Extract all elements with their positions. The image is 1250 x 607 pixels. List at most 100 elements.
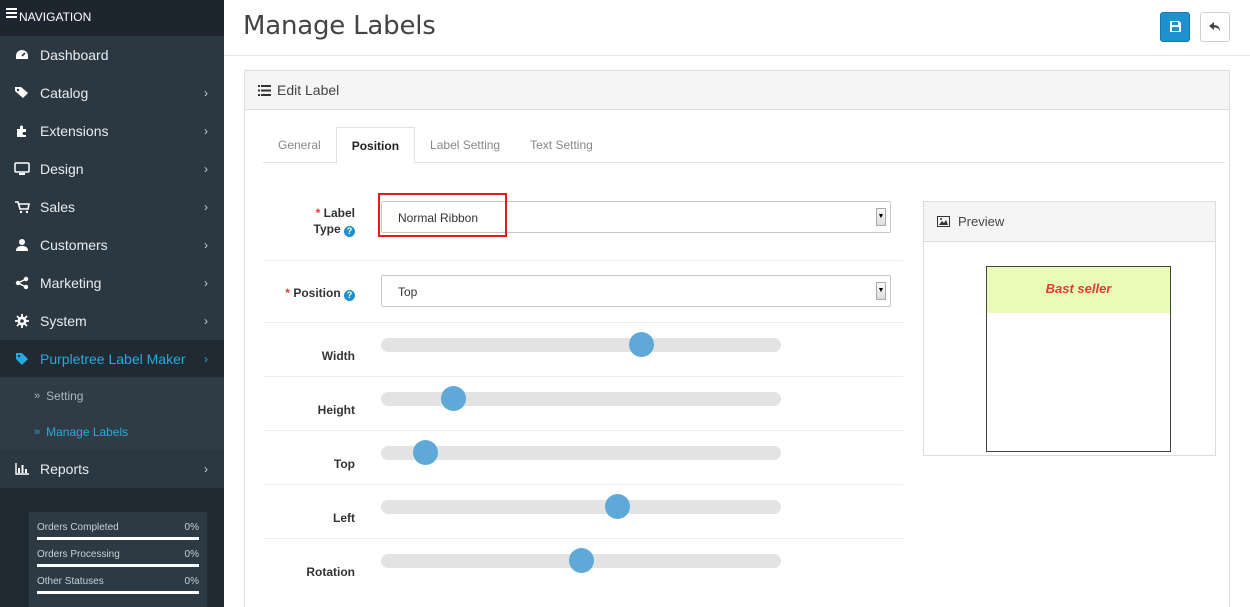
rotation-slider-handle[interactable] — [569, 548, 594, 573]
left-label: Left — [333, 511, 355, 525]
required-marker: * — [315, 206, 321, 220]
sidebar-item-label: Customers — [40, 236, 108, 253]
height-slider-handle[interactable] — [441, 386, 466, 411]
chevron-right-icon: › — [204, 161, 208, 176]
position-value: Top — [398, 285, 418, 299]
nav-header[interactable]: NAVIGATION — [0, 0, 224, 36]
save-button[interactable] — [1160, 12, 1190, 42]
page-title: Manage Labels — [243, 11, 436, 41]
left-slider-handle[interactable] — [605, 494, 630, 519]
annotation-highlight-box — [378, 193, 507, 237]
chevron-down-icon: ▼ — [876, 208, 886, 226]
chevron-right-icon: › — [204, 123, 208, 138]
puzzle-icon — [12, 124, 32, 138]
sidebar-item-extensions[interactable]: Extensions › — [0, 112, 224, 150]
stat-value: 0% — [184, 522, 199, 533]
chevron-right-icon: › — [204, 199, 208, 214]
page-header: Manage Labels — [224, 0, 1250, 56]
sidebar-item-catalog[interactable]: Catalog › — [0, 74, 224, 112]
label-type-line1: Label — [323, 206, 355, 220]
sidebar-item-label: Design — [40, 160, 84, 177]
sidebar-item-purpletree-label-maker[interactable]: Purpletree Label Maker › — [0, 340, 224, 378]
stat-progress-bar — [37, 591, 199, 594]
sidebar-subitem-manage-labels[interactable]: » Manage Labels — [0, 414, 224, 450]
height-row: Height — [263, 377, 903, 431]
sidebar-item-dashboard[interactable]: Dashboard — [0, 36, 224, 74]
sidebar-item-customers[interactable]: Customers › — [0, 226, 224, 264]
sidebar-item-label: Catalog — [40, 84, 89, 101]
position-select[interactable]: Top ▼ — [381, 275, 891, 307]
sidebar-subitem-setting[interactable]: » Setting — [0, 378, 224, 414]
sidebar-item-label: Sales — [40, 198, 76, 215]
tab-bar: General Position Label Setting Text Sett… — [263, 127, 1225, 164]
chevron-right-icon: › — [204, 237, 208, 252]
sidebar: NAVIGATION Dashboard Catalog › Extension… — [0, 0, 224, 607]
tab-position[interactable]: Position — [335, 127, 416, 164]
preview-title: Preview — [958, 214, 1005, 229]
back-button[interactable] — [1200, 12, 1230, 42]
tab-label-setting[interactable]: Label Setting — [415, 127, 515, 163]
stat-progress-bar — [37, 564, 199, 567]
position-label: * Position ? — [263, 285, 355, 301]
monitor-icon — [12, 161, 32, 176]
width-slider-track[interactable] — [381, 332, 781, 357]
label-type-row: * Label Type ? Normal Ribbon ▼ — [263, 193, 903, 261]
chevron-right-icon: › — [204, 351, 208, 366]
stat-label: Orders Processing — [37, 549, 120, 560]
width-slider-handle[interactable] — [629, 332, 654, 357]
position-label-text: Position — [293, 286, 341, 300]
edit-label-panel: Edit Label General Position Label Settin… — [244, 70, 1230, 607]
stat-value: 0% — [184, 576, 199, 587]
rotation-row: Rotation — [263, 539, 903, 593]
gear-icon — [12, 313, 32, 328]
position-row: * Position ? Top ▼ — [263, 261, 903, 323]
double-chevron-icon: » — [34, 390, 41, 402]
sidebar-item-reports[interactable]: Reports › — [0, 450, 224, 488]
tab-general[interactable]: General — [263, 127, 336, 163]
label-type-label: * Label Type ? — [263, 205, 355, 237]
chevron-right-icon: › — [204, 461, 208, 476]
share-icon — [12, 276, 32, 290]
bar-chart-icon — [12, 462, 32, 475]
sidebar-subitem-label: Setting — [46, 389, 84, 403]
sidebar-item-label: Purpletree Label Maker — [40, 350, 186, 367]
tab-text-setting[interactable]: Text Setting — [515, 127, 608, 163]
sidebar-item-sales[interactable]: Sales › — [0, 188, 224, 226]
position-form: * Label Type ? Normal Ribbon ▼ * Positio… — [263, 193, 903, 593]
menu-icon — [6, 8, 17, 20]
sidebar-item-design[interactable]: Design › — [0, 150, 224, 188]
save-icon — [1169, 20, 1181, 35]
preview-heading: Preview — [924, 202, 1215, 242]
stat-value: 0% — [184, 549, 199, 560]
dashboard-icon — [12, 49, 32, 61]
double-chevron-icon: » — [34, 426, 41, 438]
top-label: Top — [333, 457, 355, 471]
left-slider-track[interactable] — [381, 494, 781, 519]
help-icon[interactable]: ? — [344, 290, 355, 301]
rotation-slider-track[interactable] — [381, 548, 781, 573]
top-row: Top — [263, 431, 903, 485]
sidebar-item-label: Dashboard — [40, 46, 109, 63]
sidebar-item-system[interactable]: System › — [0, 302, 224, 340]
left-row: Left — [263, 485, 903, 539]
preview-ribbon-label: Bast seller — [987, 267, 1170, 313]
top-slider-track[interactable] — [381, 440, 781, 465]
chevron-right-icon: › — [204, 313, 208, 328]
stat-other-statuses: Other Statuses 0% — [37, 576, 199, 594]
user-icon — [12, 238, 32, 252]
height-slider-track[interactable] — [381, 386, 781, 411]
submenu: » Setting » Manage Labels — [0, 378, 224, 450]
sidebar-subitem-label: Manage Labels — [46, 425, 129, 439]
top-slider-handle[interactable] — [413, 440, 438, 465]
nav-header-label: NAVIGATION — [19, 10, 92, 24]
reply-icon — [1209, 20, 1221, 35]
required-marker: * — [285, 286, 290, 300]
stat-label: Orders Completed — [37, 522, 119, 533]
help-icon[interactable]: ? — [344, 226, 355, 237]
width-row: Width — [263, 323, 903, 377]
height-label: Height — [317, 403, 355, 417]
sidebar-item-label: Extensions — [40, 122, 109, 139]
chevron-right-icon: › — [204, 275, 208, 290]
rotation-label: Rotation — [306, 565, 355, 579]
sidebar-item-marketing[interactable]: Marketing › — [0, 264, 224, 302]
